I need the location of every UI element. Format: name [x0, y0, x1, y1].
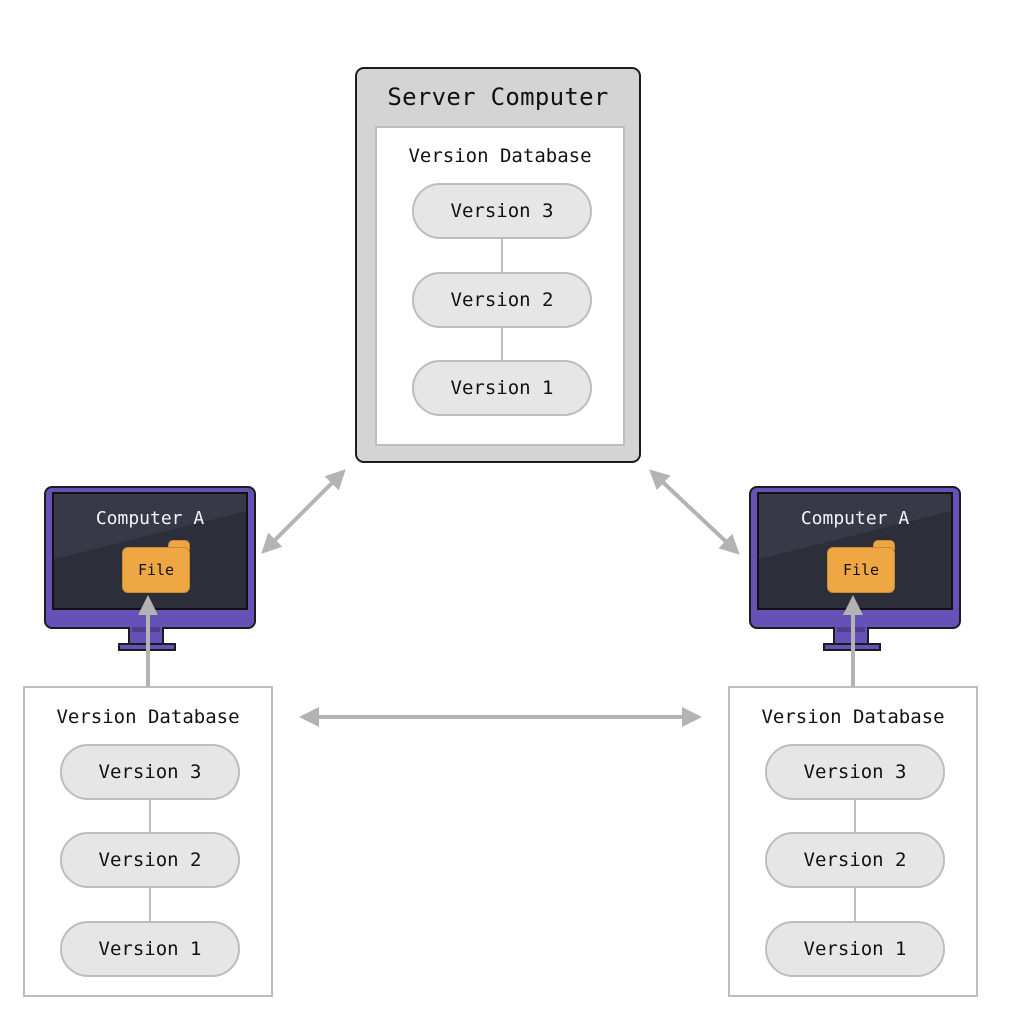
monitor-base: [118, 643, 176, 651]
server-computer: Server Computer Version Database Version…: [355, 67, 641, 463]
version-link: [149, 798, 151, 833]
server-title: Server Computer: [387, 83, 609, 111]
local-version-database-right: Version Database Version 3 Version 2 Ver…: [728, 686, 978, 997]
version-node: Version 1: [765, 921, 945, 977]
file-label: File: [122, 547, 190, 593]
version-node: Version 3: [765, 744, 945, 800]
version-link: [854, 887, 856, 922]
version-node: Version 3: [412, 183, 592, 239]
version-node: Version 1: [412, 360, 592, 416]
computer-left: Computer A File: [44, 486, 256, 656]
server-version-database: Version Database Version 3 Version 2 Ver…: [375, 126, 625, 446]
sync-arrow-server-right: [649, 469, 740, 555]
version-link: [501, 327, 503, 362]
sync-arrow-server-left: [261, 469, 346, 554]
database-title: Version Database: [408, 145, 592, 167]
version-node: Version 2: [412, 272, 592, 328]
version-link: [501, 238, 503, 273]
monitor-base: [823, 643, 881, 651]
computer-right: Computer A File: [749, 486, 961, 656]
monitor-frame: Computer A File: [749, 486, 961, 629]
version-node: Version 2: [765, 832, 945, 888]
version-link: [854, 798, 856, 833]
monitor-screen: Computer A File: [52, 492, 248, 610]
computer-title: Computer A: [95, 508, 205, 529]
version-link: [149, 887, 151, 922]
monitor-frame: Computer A File: [44, 486, 256, 629]
monitor-screen: Computer A File: [757, 492, 953, 610]
folder-icon[interactable]: File: [122, 540, 190, 593]
database-title: Version Database: [56, 706, 240, 728]
version-node: Version 1: [60, 921, 240, 977]
version-node: Version 2: [60, 832, 240, 888]
computer-title: Computer A: [800, 508, 910, 529]
local-version-database-left: Version Database Version 3 Version 2 Ver…: [23, 686, 273, 997]
folder-icon[interactable]: File: [827, 540, 895, 593]
file-label: File: [827, 547, 895, 593]
version-node: Version 3: [60, 744, 240, 800]
database-title: Version Database: [761, 706, 945, 728]
